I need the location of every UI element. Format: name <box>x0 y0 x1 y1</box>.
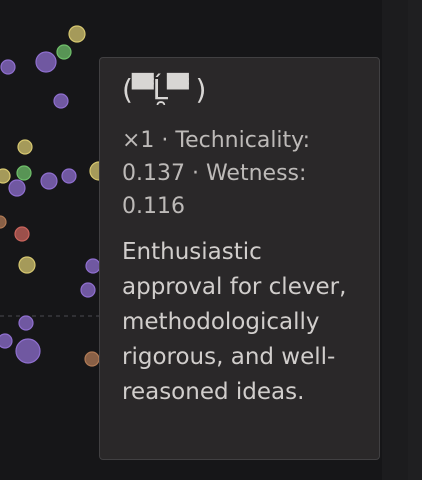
scatter-points <box>0 25 109 367</box>
scatter-point[interactable] <box>61 168 77 184</box>
scatter-point[interactable] <box>80 282 96 298</box>
scatter-point[interactable] <box>53 93 69 109</box>
scatter-point[interactable] <box>8 179 26 197</box>
scatter-point[interactable] <box>16 165 32 181</box>
scatter-point[interactable] <box>18 315 34 331</box>
scatter-point[interactable] <box>0 59 16 75</box>
scatter-point[interactable] <box>40 172 58 190</box>
scatter-point[interactable] <box>0 168 11 184</box>
scatter-point[interactable] <box>0 215 7 229</box>
scatter-point[interactable] <box>56 44 72 60</box>
scatter-point[interactable] <box>14 226 30 242</box>
scatter-point[interactable] <box>17 139 33 155</box>
side-panel-edge <box>382 0 422 480</box>
tooltip-description: Enthusiastic approval for clever, method… <box>122 239 347 405</box>
screen: (▀̿Ĺ̯▀̿ ) ×1 · Technicality: 0.137 · Wet… <box>0 0 422 480</box>
scatter-point[interactable] <box>15 338 41 364</box>
tooltip-metrics: ×1 · Technicality: 0.137 · Wetness: 0.11… <box>122 128 310 219</box>
kaomoji-label: (▀̿Ĺ̯▀̿ ) <box>122 73 206 106</box>
scatter-point[interactable] <box>84 351 100 367</box>
scrollbar-track[interactable] <box>408 0 422 480</box>
scatter-point[interactable] <box>0 333 13 349</box>
scatter-point[interactable] <box>35 51 57 73</box>
scatter-point[interactable] <box>68 25 86 43</box>
point-tooltip: (▀̿Ĺ̯▀̿ ) ×1 · Technicality: 0.137 · Wet… <box>99 57 380 460</box>
scatter-point[interactable] <box>85 258 101 274</box>
scatter-point[interactable] <box>18 256 36 274</box>
